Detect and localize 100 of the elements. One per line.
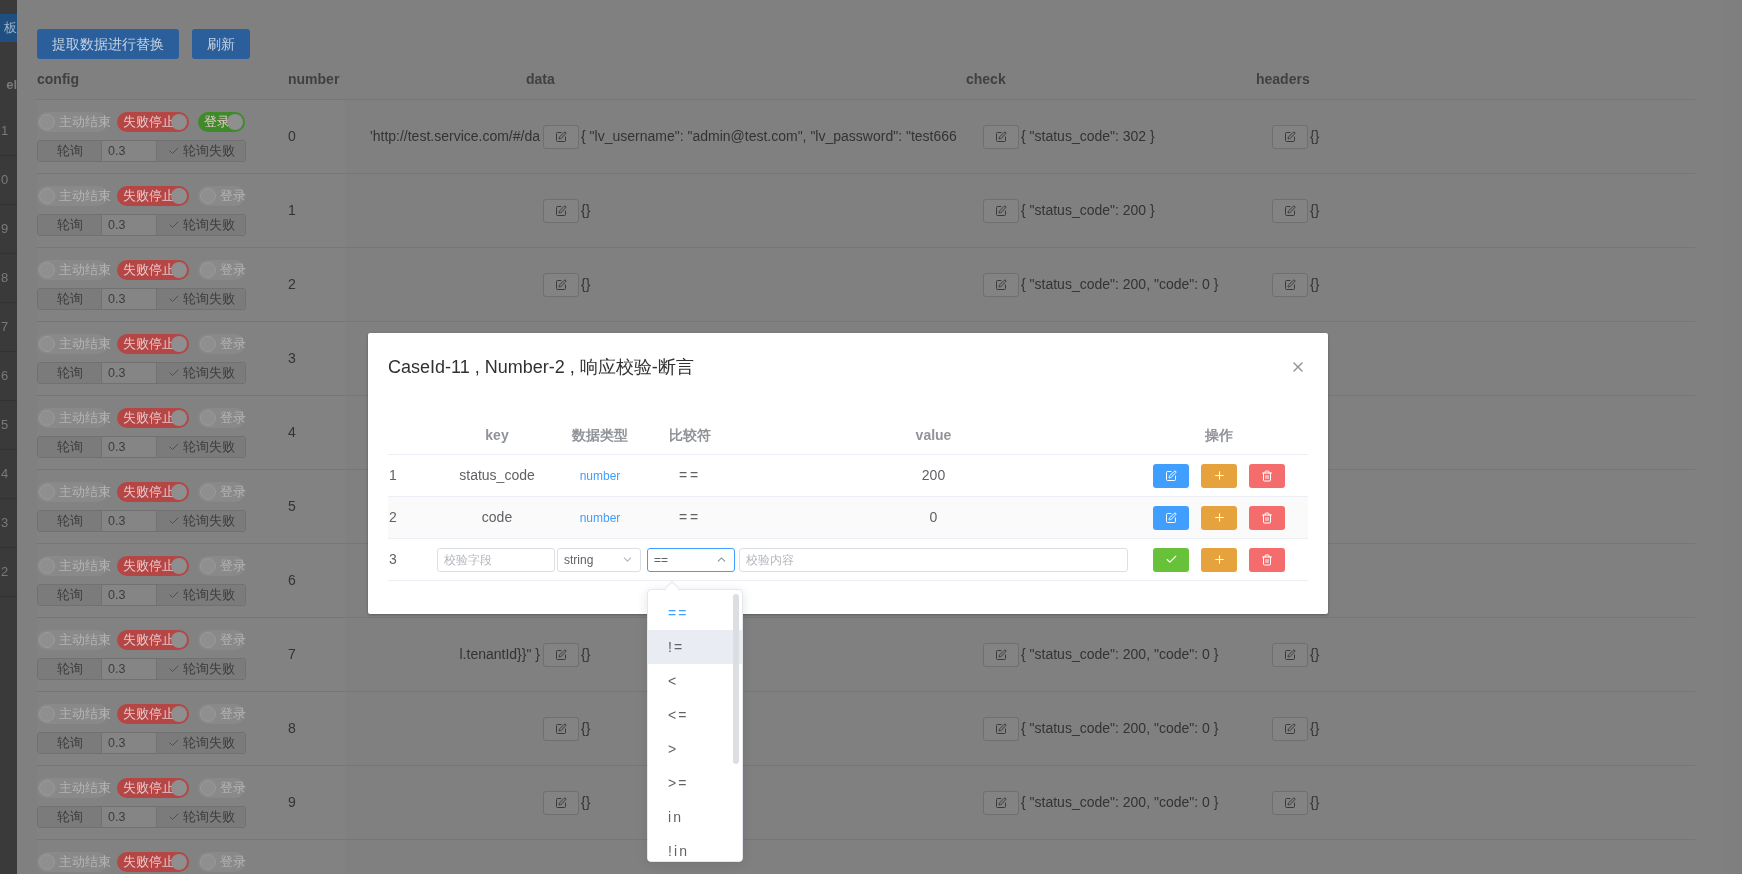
edit-button[interactable] [543, 198, 579, 223]
delete-button[interactable] [1249, 505, 1285, 530]
poll-fail-checkbox[interactable]: 轮询失败 [157, 141, 245, 161]
check-icon [167, 515, 180, 527]
headers-cell-text: {} [1310, 275, 1320, 294]
edit-button[interactable] [1153, 505, 1189, 530]
edit-button[interactable] [543, 790, 579, 815]
edit-button[interactable] [1272, 716, 1308, 741]
data-cell-text: {} [581, 201, 591, 220]
data-cell-text: { "lv_username": "admin@test.com", "lv_password": "test666 [581, 127, 957, 146]
plus-icon [1212, 553, 1226, 566]
poll-fail-checkbox[interactable]: 轮询失败 [157, 215, 245, 235]
poll-fail-checkbox[interactable]: 轮询失败 [157, 585, 245, 605]
edit-button[interactable] [1272, 790, 1308, 815]
url-cell-text: 'http://test.service.com/#/da [370, 127, 540, 146]
data-cell-text: {} [581, 793, 591, 812]
data-cell-text: {} [581, 645, 591, 664]
key-field[interactable]: 校验字段 [437, 547, 555, 572]
operator-option[interactable]: >= [648, 766, 742, 800]
poll-label: 轮询 [38, 215, 102, 235]
edit-button[interactable] [1272, 272, 1308, 297]
edit-button[interactable] [543, 272, 579, 297]
check-icon [167, 145, 180, 157]
index-cell-text: 2 [388, 508, 398, 527]
edit-icon [555, 648, 567, 661]
operator-select[interactable]: == [647, 547, 735, 572]
poll-fail-checkbox[interactable]: 轮询失败 [157, 807, 245, 827]
plus-icon [1212, 511, 1226, 524]
confirm-button[interactable] [1153, 547, 1189, 572]
edit-button[interactable] [543, 642, 579, 667]
column-header: 数据类型 [571, 426, 629, 445]
edit-button[interactable] [543, 124, 579, 149]
operator-option[interactable]: < [648, 664, 742, 698]
edit-icon [1284, 722, 1296, 735]
check-cell-text: { "status_code": 200 } [1021, 201, 1155, 220]
poll-label: 轮询 [38, 141, 102, 161]
edit-icon [1284, 204, 1296, 217]
add-button[interactable] [1201, 547, 1237, 572]
operator-option[interactable]: <= [648, 698, 742, 732]
edit-button[interactable] [983, 790, 1019, 815]
row-number: 7 [0, 318, 9, 337]
number-cell-text: 9 [288, 793, 296, 812]
operator-option[interactable]: == [648, 596, 742, 630]
toolbar-button[interactable]: 提取数据进行替换 [37, 29, 179, 59]
poll-fail-checkbox[interactable]: 轮询失败 [157, 511, 245, 531]
check-icon [167, 219, 180, 231]
poll-label: 轮询 [38, 733, 102, 753]
check-icon [167, 811, 180, 823]
operator-option[interactable]: !in [648, 834, 742, 861]
edit-button[interactable] [1153, 463, 1189, 488]
trash-icon [1261, 469, 1273, 482]
poll-fail-checkbox[interactable]: 轮询失败 [157, 659, 245, 679]
poll-fail-checkbox[interactable]: 轮询失败 [157, 437, 245, 457]
edit-button[interactable] [1272, 642, 1308, 667]
operator-option[interactable]: != [648, 630, 742, 664]
column-header: check [966, 69, 1007, 89]
check-icon [167, 589, 180, 601]
edit-button[interactable] [543, 716, 579, 741]
poll-fail-checkbox[interactable]: 轮询失败 [157, 733, 245, 753]
column-header: 操作 [1204, 426, 1234, 445]
number-cell-text: 2 [288, 275, 296, 294]
row-number: 3 [0, 514, 9, 533]
edit-button[interactable] [983, 716, 1019, 741]
headers-cell-text: {} [1310, 719, 1320, 738]
poll-fail-checkbox[interactable]: 轮询失败 [157, 289, 245, 309]
poll-label: 轮询 [38, 585, 102, 605]
toolbar-button[interactable]: 刷新 [192, 29, 250, 59]
poll-fail-checkbox[interactable]: 轮询失败 [157, 363, 245, 383]
edit-button[interactable] [1272, 198, 1308, 223]
edit-button[interactable] [983, 272, 1019, 297]
number-cell-text: 0 [288, 127, 296, 146]
poll-label: 轮询 [38, 511, 102, 531]
edit-button[interactable] [983, 198, 1019, 223]
toggle-switch[interactable]: 登录 [198, 112, 245, 132]
type-cell-text: number [578, 509, 622, 527]
edit-button[interactable] [1272, 124, 1308, 149]
value-field[interactable]: 校验内容 [739, 547, 1128, 572]
key-cell-text: status_code [458, 466, 536, 485]
edit-button[interactable] [983, 642, 1019, 667]
delete-button[interactable] [1249, 547, 1285, 572]
key-cell-text: code [480, 508, 514, 527]
edit-icon [1165, 511, 1177, 524]
number-cell-text: 7 [288, 645, 296, 664]
row-number: 2 [0, 563, 9, 582]
scrollbar[interactable] [733, 594, 739, 764]
headers-cell-text: {} [1310, 201, 1320, 220]
delete-button[interactable] [1249, 463, 1285, 488]
edit-icon [1284, 796, 1296, 809]
operator-option[interactable]: in [648, 800, 742, 834]
row-number: 9 [0, 220, 9, 239]
edit-icon [555, 796, 567, 809]
add-button[interactable] [1201, 505, 1237, 530]
edit-icon [995, 722, 1007, 735]
operator-option[interactable]: > [648, 732, 742, 766]
edit-button[interactable] [983, 124, 1019, 149]
column-header: number [288, 69, 341, 89]
add-button[interactable] [1201, 463, 1237, 488]
trash-icon [1261, 553, 1273, 566]
type-select[interactable]: string [557, 547, 641, 572]
check-icon [167, 441, 180, 453]
